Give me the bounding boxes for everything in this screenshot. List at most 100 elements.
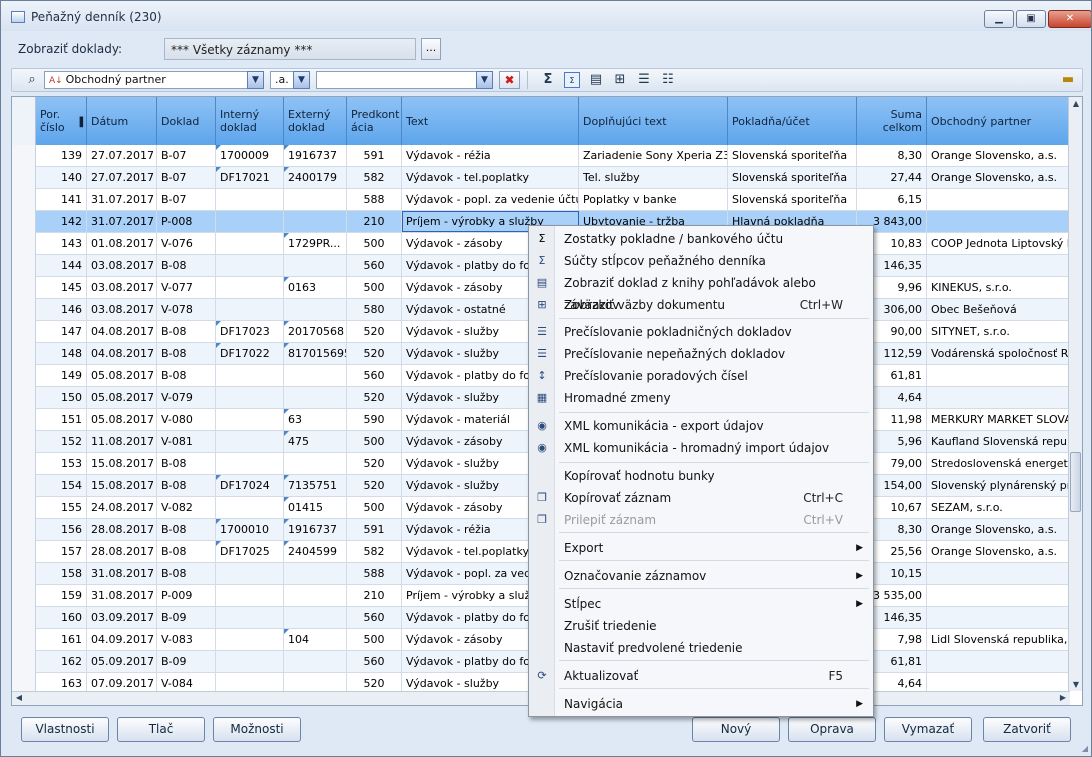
header-externy-doklad[interactable]: Externý doklad xyxy=(284,97,347,145)
menu-item-16[interactable]: Zrušiť triedenie xyxy=(529,615,873,637)
row-por-cislo[interactable]: 141 xyxy=(36,189,87,210)
row-indicator[interactable] xyxy=(12,475,36,497)
row-datum[interactable]: 05.08.2017 xyxy=(87,365,157,386)
row-externy-doklad[interactable]: 1729PR... xyxy=(284,233,347,254)
row-interny-doklad[interactable] xyxy=(216,233,284,254)
row-predkontacia[interactable]: 520 xyxy=(347,453,402,474)
row-externy-doklad[interactable] xyxy=(284,585,347,606)
row-obchodny-partner[interactable]: Orange Slovensko, a.s. xyxy=(927,145,1070,166)
row-doklad[interactable]: V-077 xyxy=(157,277,216,298)
row-doklad[interactable]: B-08 xyxy=(157,343,216,364)
row-doklad[interactable]: B-09 xyxy=(157,651,216,672)
row-doklad[interactable]: B-07 xyxy=(157,145,216,166)
row-datum[interactable]: 31.08.2017 xyxy=(87,585,157,606)
menu-item-5[interactable]: ☰ Prečíslovanie nepeňažných dokladov xyxy=(529,343,873,365)
row-interny-doklad[interactable]: DF17021 xyxy=(216,167,284,188)
row-interny-doklad[interactable] xyxy=(216,365,284,386)
menu-item-1[interactable]: Σ Súčty stĺpcov peňažného denníka xyxy=(529,250,873,272)
row-por-cislo[interactable]: 144 xyxy=(36,255,87,276)
row-indicator[interactable] xyxy=(12,145,36,167)
row-doklad[interactable]: P-009 xyxy=(157,585,216,606)
menu-item-18[interactable]: ⟳ Aktualizovať F5 xyxy=(529,665,873,687)
row-predkontacia[interactable]: 591 xyxy=(347,519,402,540)
print-button[interactable]: Tlač xyxy=(117,717,205,742)
options-button[interactable]: Možnosti xyxy=(213,717,301,742)
row-indicator[interactable] xyxy=(12,211,36,233)
row-interny-doklad[interactable]: 1700010 xyxy=(216,519,284,540)
row-por-cislo[interactable]: 157 xyxy=(36,541,87,562)
row-por-cislo[interactable]: 149 xyxy=(36,365,87,386)
field-combo-arrow[interactable]: ▼ xyxy=(247,71,264,89)
row-doplnujuci-text[interactable]: Tel. služby xyxy=(579,167,728,188)
row-datum[interactable]: 28.08.2017 xyxy=(87,541,157,562)
row-interny-doklad[interactable] xyxy=(216,497,284,518)
row-predkontacia[interactable]: 520 xyxy=(347,321,402,342)
row-doklad[interactable]: B-09 xyxy=(157,607,216,628)
close-button[interactable]: ✕ xyxy=(1048,10,1091,28)
vertical-scroll-thumb[interactable] xyxy=(1070,452,1081,512)
row-predkontacia[interactable]: 591 xyxy=(347,145,402,166)
row-externy-doklad[interactable]: 104 xyxy=(284,629,347,650)
row-interny-doklad[interactable] xyxy=(216,651,284,672)
row-externy-doklad[interactable] xyxy=(284,453,347,474)
clear-filter-button[interactable]: ✖ xyxy=(499,71,520,89)
row-datum[interactable]: 05.09.2017 xyxy=(87,651,157,672)
row-obchodny-partner[interactable]: Orange Slovensko, a.s. xyxy=(927,541,1070,562)
row-por-cislo[interactable]: 160 xyxy=(36,607,87,628)
row-obchodny-partner[interactable]: KINEKUS, s.r.o. xyxy=(927,277,1070,298)
row-externy-doklad[interactable] xyxy=(284,255,347,276)
row-por-cislo[interactable]: 147 xyxy=(36,321,87,342)
row-datum[interactable]: 03.09.2017 xyxy=(87,607,157,628)
row-obchodny-partner[interactable] xyxy=(927,607,1070,628)
row-obchodny-partner[interactable]: Stredoslovenská energetik xyxy=(927,453,1070,474)
row-interny-doklad[interactable]: 1700009 xyxy=(216,145,284,166)
row-doklad[interactable]: B-08 xyxy=(157,541,216,562)
row-por-cislo[interactable]: 146 xyxy=(36,299,87,320)
row-obchodny-partner[interactable] xyxy=(927,651,1070,672)
row-indicator[interactable] xyxy=(12,497,36,519)
row-obchodny-partner[interactable]: MERKURY MARKET SLOVAKI xyxy=(927,409,1070,430)
edit-button[interactable]: Oprava xyxy=(788,717,876,742)
row-por-cislo[interactable]: 139 xyxy=(36,145,87,166)
menu-item-2[interactable]: ▤ Zobraziť doklad z knihy pohľadávok aleb… xyxy=(529,272,873,312)
row-suma[interactable]: 8,30 xyxy=(857,145,927,166)
menu-item-11[interactable]: ❐ Kopírovať záznam Ctrl+C xyxy=(529,487,873,509)
row-obchodny-partner[interactable]: Kaufland Slovenská republi xyxy=(927,431,1070,452)
row-externy-doklad[interactable]: 7135751 xyxy=(284,475,347,496)
row-doklad[interactable]: V-079 xyxy=(157,387,216,408)
menu-item-9[interactable]: ◉ XML komunikácia - hromadný import údajo… xyxy=(529,437,873,459)
row-por-cislo[interactable]: 145 xyxy=(36,277,87,298)
row-externy-doklad[interactable]: 1916737 xyxy=(284,519,347,540)
row-interny-doklad[interactable] xyxy=(216,409,284,430)
row-predkontacia[interactable]: 520 xyxy=(347,475,402,496)
row-indicator[interactable] xyxy=(12,233,36,255)
sum-column-icon[interactable]: Σ xyxy=(564,72,580,88)
row-datum[interactable]: 05.08.2017 xyxy=(87,387,157,408)
row-doklad[interactable]: B-08 xyxy=(157,453,216,474)
delete-button[interactable]: Vymazať xyxy=(884,717,972,742)
header-interny-doklad[interactable]: Interný doklad xyxy=(216,97,284,145)
row-datum[interactable]: 01.08.2017 xyxy=(87,233,157,254)
row-doklad[interactable]: B-07 xyxy=(157,189,216,210)
row-interny-doklad[interactable] xyxy=(216,211,284,232)
row-predkontacia[interactable]: 560 xyxy=(347,651,402,672)
row-indicator[interactable] xyxy=(12,365,36,387)
row-indicator[interactable] xyxy=(12,651,36,673)
row-por-cislo[interactable]: 150 xyxy=(36,387,87,408)
row-por-cislo[interactable]: 156 xyxy=(36,519,87,540)
value-combo[interactable] xyxy=(316,71,492,89)
row-datum[interactable]: 31.07.2017 xyxy=(87,211,157,232)
filter-value-field[interactable]: *** Všetky záznamy *** xyxy=(164,38,416,60)
row-externy-doklad[interactable] xyxy=(284,651,347,672)
row-predkontacia[interactable]: 560 xyxy=(347,365,402,386)
row-datum[interactable]: 03.08.2017 xyxy=(87,277,157,298)
row-datum[interactable]: 31.07.2017 xyxy=(87,189,157,210)
row-datum[interactable]: 15.08.2017 xyxy=(87,475,157,496)
row-interny-doklad[interactable] xyxy=(216,255,284,276)
row-predkontacia[interactable]: 588 xyxy=(347,563,402,584)
links-icon[interactable]: ⊞ xyxy=(612,72,628,88)
menu-item-17[interactable]: Nastaviť predvolené triedenie xyxy=(529,637,873,659)
row-interny-doklad[interactable] xyxy=(216,607,284,628)
row-indicator[interactable] xyxy=(12,167,36,189)
row-pokladna[interactable]: Slovenská sporiteľňa xyxy=(728,167,857,188)
